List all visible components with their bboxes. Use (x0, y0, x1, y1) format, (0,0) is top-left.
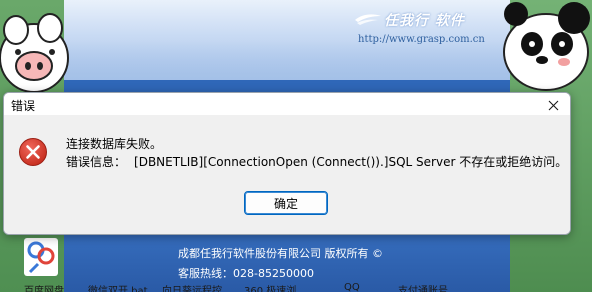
swoosh-icon (355, 14, 381, 25)
desktop-label[interactable]: 百度网盘 (24, 282, 64, 292)
desktop-label[interactable]: 微信双开.bat (88, 282, 148, 292)
dialog-body: 连接数据库失败。 错误信息： [DBNETLIB][ConnectionOpen … (4, 115, 570, 234)
desktop-label[interactable]: 支付通账号 (398, 282, 448, 292)
close-icon (548, 100, 558, 110)
error-message-detail-line: 错误信息： [DBNETLIB][ConnectionOpen (Connect(… (66, 153, 567, 170)
desktop-shortcut-icon[interactable] (24, 238, 58, 276)
error-detail-text: [DBNETLIB][ConnectionOpen (Connect()).]S… (134, 155, 568, 169)
error-dialog: 错误 连接数据库失败。 错误信息： [DBNETLIB][ConnectionOp… (3, 92, 571, 235)
dialog-titlebar[interactable]: 错误 (4, 93, 570, 115)
error-message-summary: 连接数据库失败。 (66, 137, 163, 151)
desktop-labels: 百度网盘 微信双开.bat 向日葵远程控 360 极速浏 QQ 支付通账号 (0, 282, 592, 292)
desktop-label[interactable]: QQ (344, 282, 360, 292)
cartoon-sticker-left (0, 13, 69, 92)
brand-name: 任我行 软件 (384, 13, 465, 29)
ok-button[interactable]: 确定 (244, 191, 328, 215)
error-icon (19, 138, 47, 166)
panda-sticker-right (503, 2, 590, 91)
footer-hotline: 客服热线：028-85250000 (178, 267, 314, 280)
error-detail-label: 错误信息： (66, 155, 127, 169)
login-header: 任我行 软件 http://www.grasp.com.cn (64, 0, 510, 80)
close-button[interactable] (540, 95, 566, 115)
brand-logo: 任我行 软件 http://www.grasp.com.cn (354, 8, 504, 48)
app-logo-icon (27, 241, 55, 274)
footer-copyright: 成都任我行软件股份有限公司 版权所有 © (178, 247, 383, 260)
dialog-title: 错误 (11, 99, 36, 113)
brand-url: http://www.grasp.com.cn (358, 34, 485, 45)
desktop-label[interactable]: 360 极速浏 (244, 282, 296, 292)
desktop-label[interactable]: 向日葵远程控 (162, 282, 222, 292)
